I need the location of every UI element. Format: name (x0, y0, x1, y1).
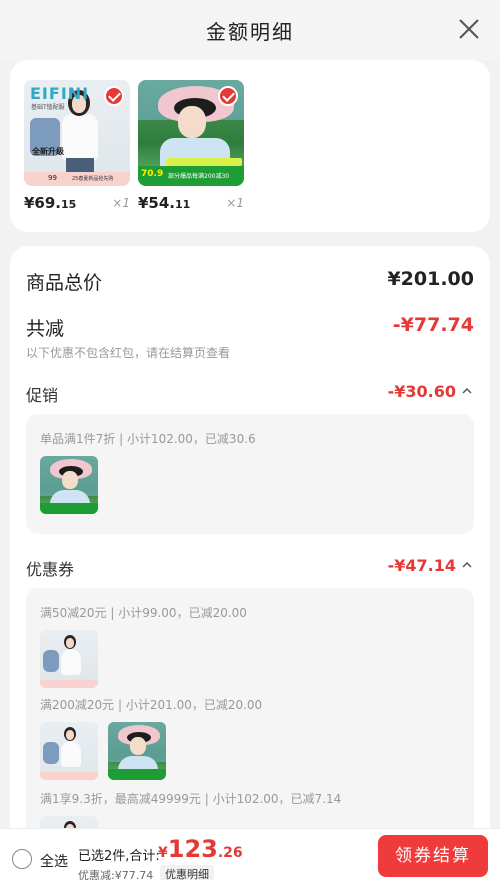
select-all-radio[interactable] (12, 849, 32, 869)
product-quantity: ×1 (112, 196, 130, 210)
select-all-label[interactable]: 全选 (40, 851, 68, 871)
total-price-value: ¥201.00 (387, 268, 474, 290)
product-promo-band: 70.9 部分爆品每满200减30 (138, 158, 244, 186)
promotion-row[interactable]: 促销 -¥30.60 (26, 382, 474, 406)
product-item[interactable]: 70.9 部分爆品每满200减30 ¥54.11 ×1 (138, 80, 244, 212)
selected-products-card: EIFINI 基础T恤配服 全新升级 99 25春夏新品抢先购 ¥69.15 ×… (10, 60, 490, 232)
chevron-up-icon[interactable] (462, 386, 472, 396)
chevron-up-icon[interactable] (462, 560, 472, 570)
promotion-value: -¥30.60 (387, 382, 456, 401)
product-price: ¥69.15 (24, 194, 77, 212)
reduce-note: 以下优惠不包含红包，请在结算页查看 (26, 346, 231, 360)
modal-header: 金额明细 (0, 0, 500, 60)
coupon-row[interactable]: 优惠券 -¥47.14 (26, 556, 474, 580)
modal-title: 金额明细 (206, 20, 294, 44)
selected-count: 已选2件,合计: (78, 849, 160, 864)
product-tag: 全新升级 (32, 147, 64, 156)
promotion-product-thumb[interactable] (40, 456, 98, 514)
product-image-tshirt[interactable]: EIFINI 基础T恤配服 全新升级 99 25春夏新品抢先购 (24, 80, 130, 186)
coupon-rule: 满50减20元 | 小计99.00，已减20.00 (40, 606, 247, 620)
coupon-rule: 满200减20元 | 小计201.00，已减20.00 (40, 698, 263, 712)
product-quantity: ×1 (226, 196, 244, 210)
product-image-hat[interactable]: 70.9 部分爆品每满200减30 (138, 80, 244, 186)
coupon-label: 优惠券 (26, 560, 75, 579)
coupon-rule: 满1享9.3折，最高减49999元 | 小计102.00，已减7.14 (40, 792, 342, 806)
price-detail-card: 商品总价 ¥201.00 共减 -¥77.74 以下优惠不包含红包，请在结算页查… (10, 246, 490, 880)
total-amount: ¥123.26 (158, 835, 243, 863)
selected-check-icon[interactable] (218, 86, 238, 106)
total-reduce-label: 共减 (26, 318, 65, 340)
discount-detail-link[interactable]: 优惠明细 (160, 865, 214, 880)
total-price-label: 商品总价 (26, 272, 103, 294)
promotion-detail: 单品满1件7折 | 小计102.00，已减30.6 (26, 414, 474, 534)
promotion-rule: 单品满1件7折 | 小计102.00，已减30.6 (40, 432, 256, 446)
coupon-value: -¥47.14 (387, 556, 456, 575)
selected-check-icon[interactable] (104, 86, 124, 106)
total-price-row: 商品总价 ¥201.00 (26, 268, 474, 295)
checkout-button[interactable]: 领券结算 (378, 835, 488, 877)
total-reduce-row: 共减 -¥77.74 (26, 314, 474, 341)
product-price: ¥54.11 (138, 194, 191, 212)
coupon-product-thumb[interactable] (40, 630, 98, 688)
product-item[interactable]: EIFINI 基础T恤配服 全新升级 99 25春夏新品抢先购 ¥69.15 ×… (24, 80, 130, 212)
discount-text: 优惠减:¥77.74 (78, 869, 154, 880)
product-promo-bar: 99 25春夏新品抢先购 (24, 172, 130, 186)
coupon-product-thumb[interactable] (40, 722, 98, 780)
product-brand: EIFINI (30, 84, 90, 103)
coupon-product-thumb[interactable] (108, 722, 166, 780)
promotion-label: 促销 (26, 386, 59, 405)
product-subtitle: 基础T恤配服 (31, 104, 65, 111)
checkout-bar: 全选 已选2件,合计: ¥123.26 优惠减:¥77.74 优惠明细 领券结算 (0, 828, 500, 880)
close-icon[interactable] (458, 18, 480, 40)
total-reduce-value: -¥77.74 (392, 314, 474, 336)
